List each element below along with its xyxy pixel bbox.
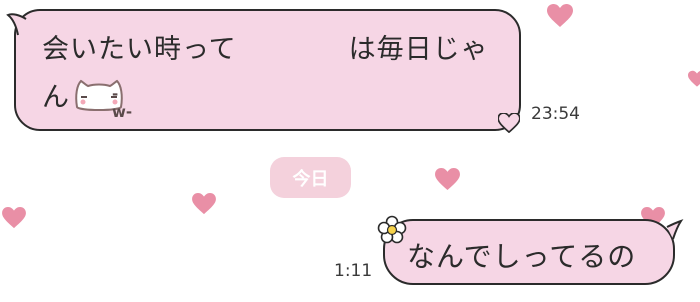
outgoing-message-bubble[interactable]: なんでしってるの: [377, 215, 684, 285]
message-text-line-2: ん -w-: [42, 75, 132, 121]
message-text: なんでしってるの: [407, 240, 637, 273]
message-text-tail: ん: [42, 82, 69, 113]
message-text-line-1: 会いたい時って は毎日じゃ: [42, 34, 489, 65]
date-divider: 今日: [270, 157, 351, 198]
heart-icon: [547, 4, 573, 28]
bubble-tail: [666, 219, 684, 240]
bubble-tail: [6, 13, 27, 36]
heart-icon: [688, 70, 700, 88]
message-timestamp: 23:54: [531, 104, 580, 124]
heart-icon: [2, 207, 26, 229]
heart-icon: [498, 113, 520, 133]
message-timestamp: 1:11: [334, 261, 373, 281]
heart-icon: [435, 168, 460, 191]
sticker-face-text: -w-: [112, 85, 133, 121]
heart-icon: [192, 193, 216, 215]
flower-icon: [377, 215, 407, 244]
incoming-message-bubble[interactable]: 会いたい時って は毎日じゃ ん -w-: [6, 9, 521, 133]
